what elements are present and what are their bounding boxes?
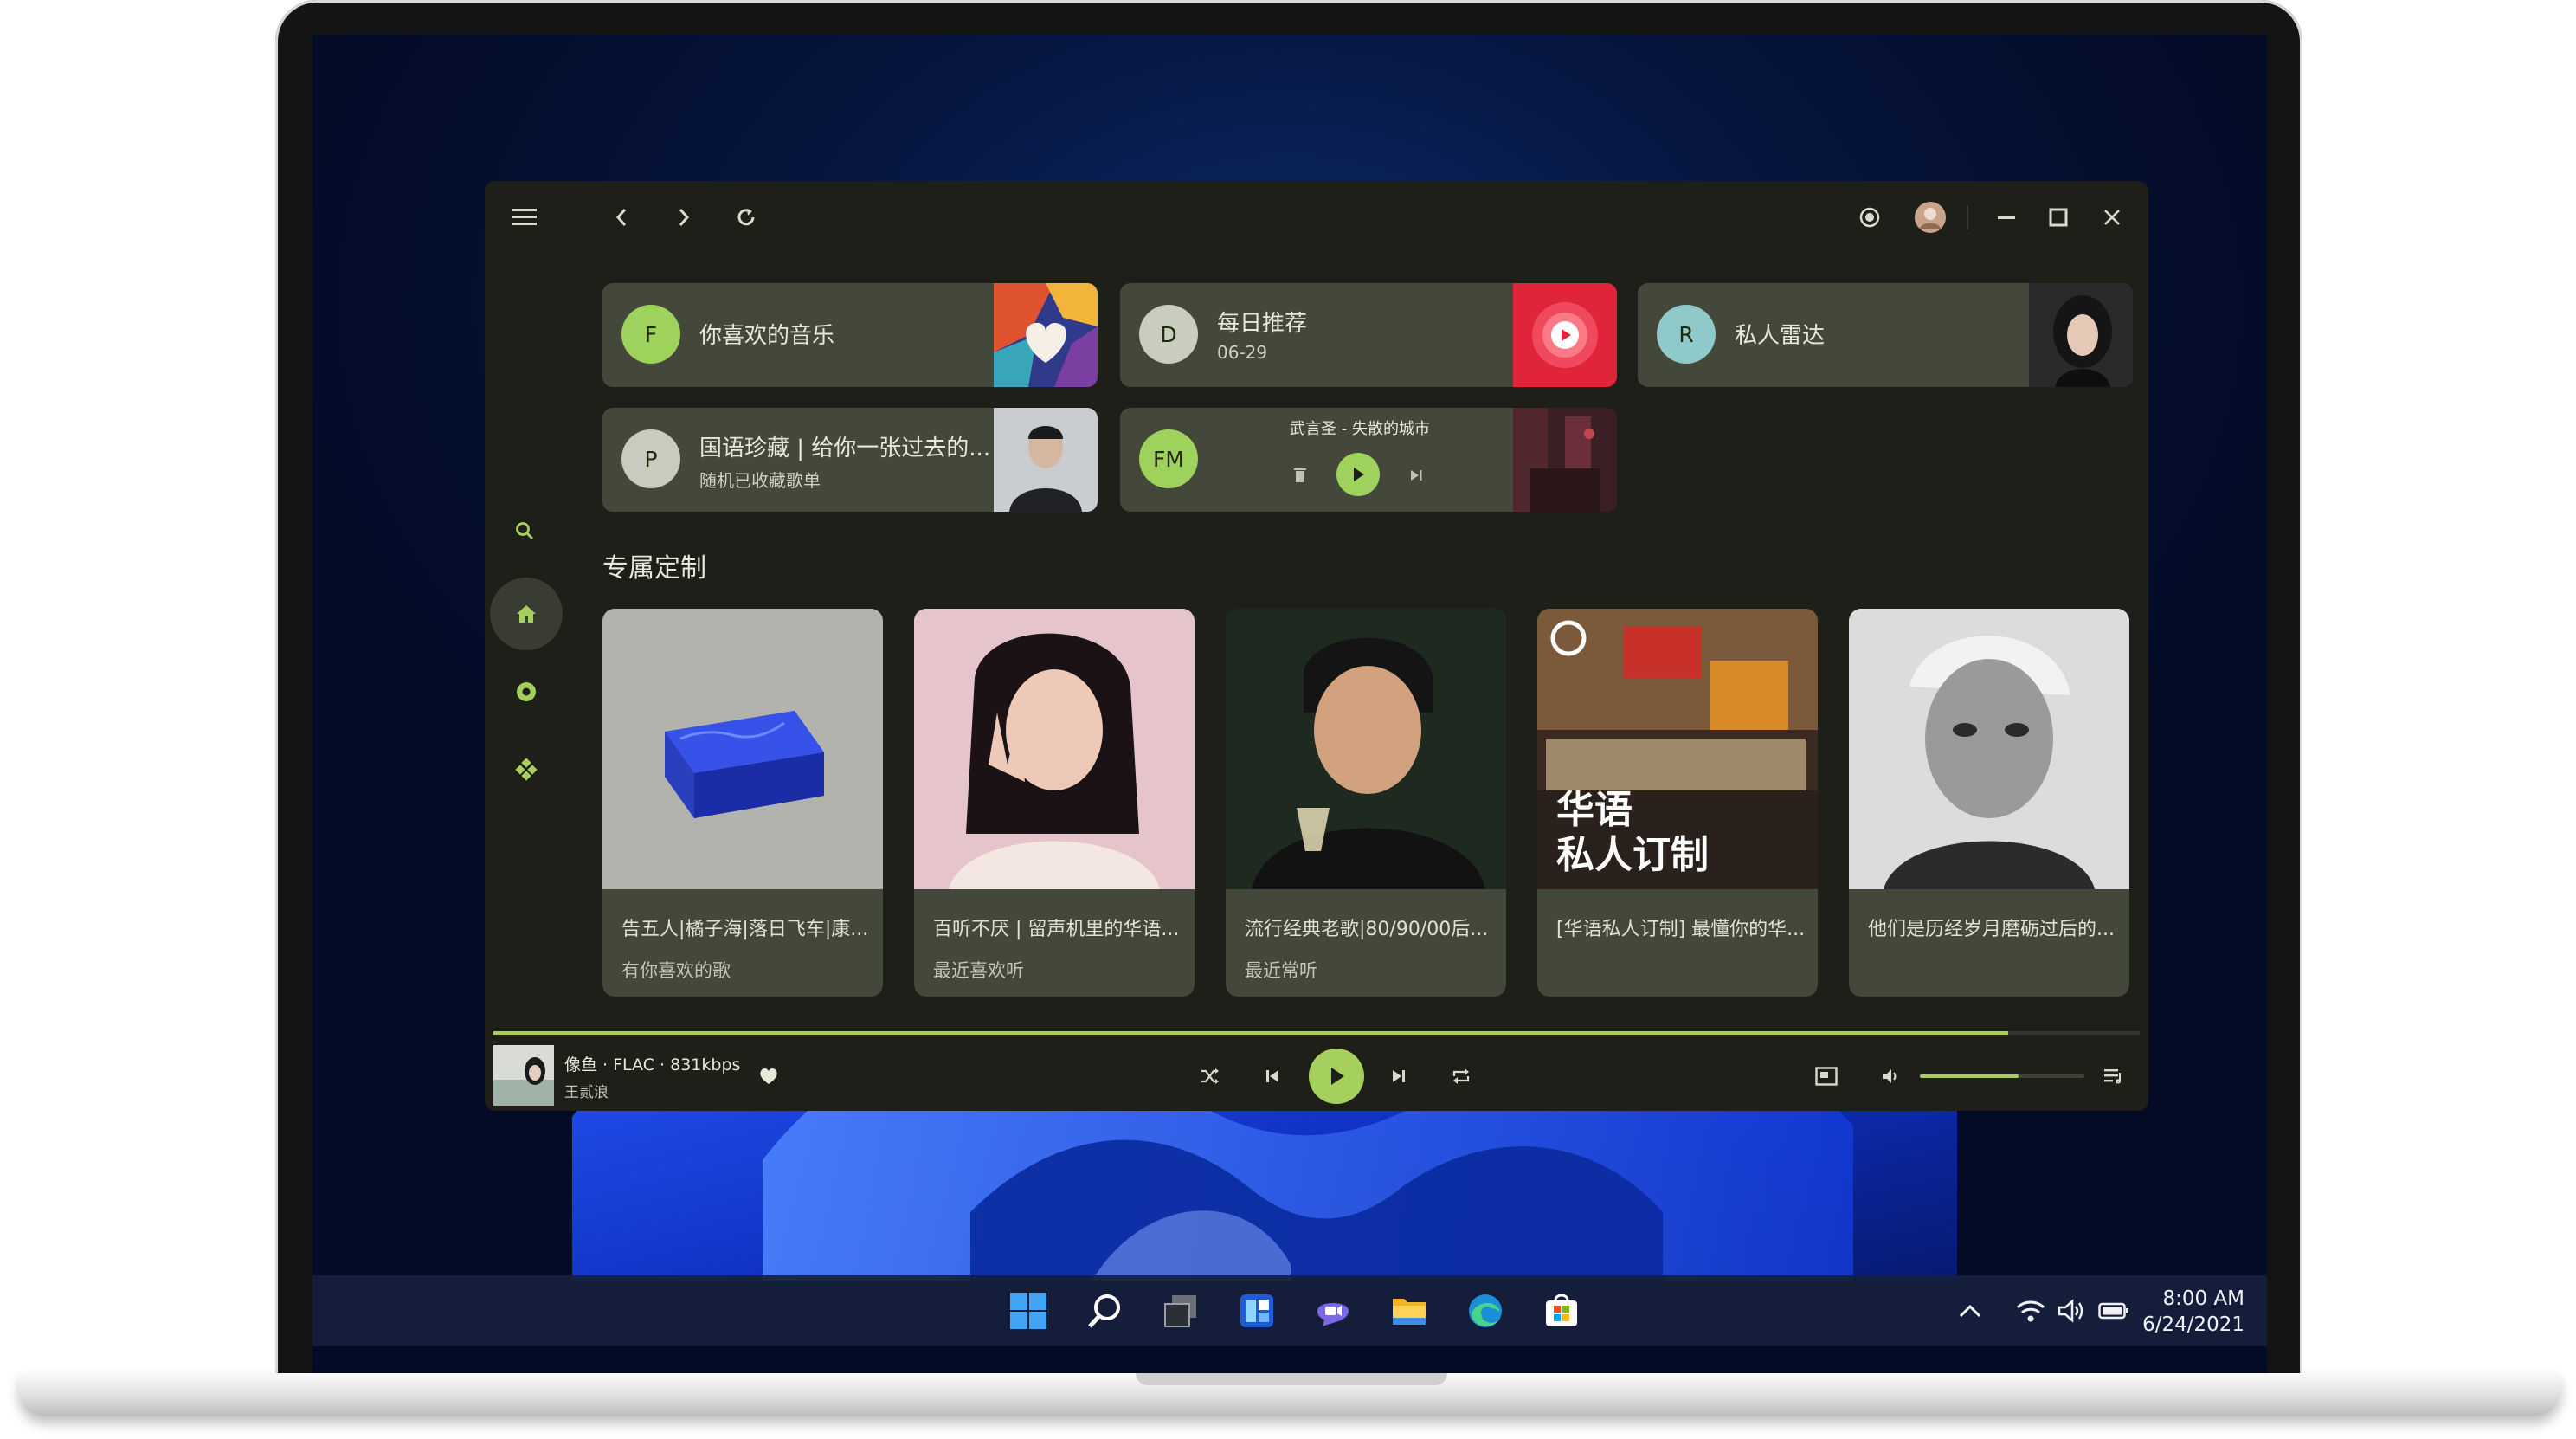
playback-progress-bar[interactable] [493, 1031, 2140, 1035]
section-title: 专属定制 [602, 553, 706, 584]
playlist-card[interactable]: 流行经典老歌|80/90/00后... 最近常听 [1226, 609, 1506, 997]
menu-icon[interactable] [507, 200, 542, 235]
chevron-left-icon[interactable] [604, 200, 639, 235]
cover-overlay-line1: 华语 [1556, 788, 1633, 832]
now-playing-artist[interactable]: 王贰浪 [564, 1080, 609, 1101]
playlist-cover-portrait-man [1226, 609, 1506, 889]
chevron-right-icon[interactable] [667, 200, 701, 235]
user-avatar[interactable] [1911, 198, 1949, 236]
radar-cover-art [2029, 283, 2133, 387]
minimize-icon[interactable] [1989, 200, 2024, 235]
disc-icon[interactable] [509, 674, 544, 709]
now-playing-title: 像鱼 · FLAC · 831kbps [564, 1055, 741, 1074]
card-title: 每日推荐 [1217, 311, 1308, 337]
daily-cover-art [1513, 283, 1617, 387]
playlist-cover-elder-portrait [1849, 609, 2129, 889]
refresh-icon[interactable] [729, 200, 763, 235]
playlist-card[interactable]: 华语 私人订制 [华语私人订制] 最懂你的华... [1537, 609, 1818, 997]
laptop-base [19, 1373, 2560, 1416]
fm-song-title: 武言圣 - 失散的城市 [1290, 420, 1430, 438]
quick-card-fm[interactable]: FM 武言圣 - 失散的城市 [1120, 408, 1617, 512]
playlist-cover-art [994, 408, 1098, 512]
search-icon[interactable] [507, 513, 542, 548]
maximize-icon[interactable] [2041, 200, 2076, 235]
card-cover-art [994, 283, 1098, 387]
skip-next-icon[interactable] [1402, 461, 1430, 489]
playlist-subtitle: 最近喜欢听 [933, 960, 1024, 981]
queue-icon[interactable] [2098, 1061, 2129, 1092]
card-avatar: F [621, 305, 680, 364]
record-icon[interactable] [1852, 200, 1887, 235]
playlist-card[interactable]: 告五人|橘子海|落日飞车|康... 有你喜欢的歌 [602, 609, 883, 997]
cover-overlay-line2: 私人订制 [1556, 833, 1709, 877]
playback-progress-fill [493, 1031, 2008, 1035]
next-icon[interactable] [1383, 1061, 1414, 1092]
volume-slider[interactable] [1920, 1074, 2084, 1078]
card-title: 你喜欢的音乐 [699, 323, 835, 349]
previous-icon[interactable] [1257, 1061, 1288, 1092]
heart-icon[interactable] [753, 1061, 784, 1092]
playlist-subtitle: 最近常听 [1245, 960, 1317, 981]
playlist-card[interactable]: 百听不厌 | 留声机里的华语... 最近喜欢听 [914, 609, 1195, 997]
quick-card-daily-recommend[interactable]: D 每日推荐 06-29 [1120, 283, 1617, 387]
play-button[interactable] [1309, 1049, 1364, 1104]
playlist-subtitle: 有你喜欢的歌 [621, 960, 731, 981]
explore-icon[interactable] [509, 752, 544, 787]
now-playing-cover [493, 1045, 554, 1106]
volume-icon[interactable] [1875, 1061, 1906, 1092]
quick-card-private-radar[interactable]: R 私人雷达 [1638, 283, 2133, 387]
playlist-title: 流行经典老歌|80/90/00后... [1245, 919, 1489, 940]
repeat-icon[interactable] [1446, 1061, 1477, 1092]
close-icon[interactable] [2095, 200, 2129, 235]
card-avatar: P [621, 429, 680, 488]
playlist-title: 告五人|橘子海|落日飞车|康... [621, 919, 869, 940]
volume-fill [1920, 1074, 2019, 1078]
card-date: 06-29 [1217, 342, 1268, 363]
playlist-title: [华语私人订制] 最懂你的华... [1556, 919, 1806, 940]
trash-icon[interactable] [1286, 461, 1314, 489]
card-avatar: FM [1139, 429, 1198, 488]
playlist-title: 百听不厌 | 留声机里的华语... [933, 919, 1180, 940]
playlist-cover-blue-block [602, 609, 883, 889]
mini-player-icon[interactable] [1811, 1061, 1842, 1092]
card-title: 私人雷达 [1735, 323, 1826, 349]
shuffle-icon[interactable] [1195, 1061, 1226, 1092]
card-title: 国语珍藏 | 给你一张过去的... [699, 436, 991, 461]
fm-play-button[interactable] [1336, 453, 1380, 496]
card-avatar: D [1139, 305, 1198, 364]
home-icon[interactable] [509, 597, 544, 631]
quick-card-liked-music[interactable]: F 你喜欢的音乐 [602, 283, 1098, 387]
card-subtitle: 随机已收藏歌单 [699, 470, 821, 491]
playlist-card[interactable]: 他们是历经岁月磨砺过后的... [1849, 609, 2129, 997]
playlist-cover-portrait-woman [914, 609, 1195, 889]
music-app-window: F 你喜欢的音乐 D 每日推荐 06-29 R 私人雷达 P 国语珍藏 | 给你… [485, 181, 2148, 1111]
quick-card-playlist-mandarin[interactable]: P 国语珍藏 | 给你一张过去的... 随机已收藏歌单 [602, 408, 1098, 512]
fm-cover-art [1513, 408, 1617, 512]
laptop-base-notch [1136, 1373, 1447, 1385]
titlebar-separator [1967, 205, 1968, 229]
playlist-title: 他们是历经岁月磨砺过后的... [1868, 919, 2115, 940]
card-avatar: R [1657, 305, 1716, 364]
